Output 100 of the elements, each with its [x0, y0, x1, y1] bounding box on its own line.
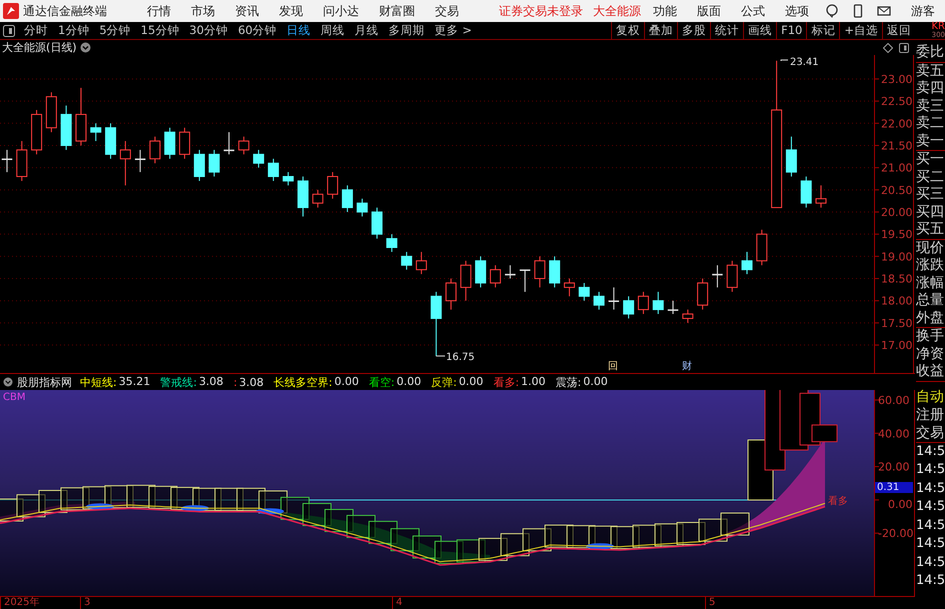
toolbar-button[interactable]: 叠加	[644, 22, 678, 39]
quote-field-label: 买四	[916, 204, 945, 221]
candle	[712, 264, 723, 288]
candle	[816, 184, 826, 208]
candle	[668, 300, 678, 315]
candle	[179, 127, 190, 160]
event-marker[interactable]: 财	[682, 361, 692, 372]
indicator-value: 35.21	[118, 374, 150, 390]
indicator-label: 看空:	[368, 374, 395, 390]
login-status[interactable]: 证券交易未登录	[499, 2, 583, 20]
period-tab[interactable]: 多周期	[384, 23, 430, 38]
menu-item[interactable]: 财富圈	[369, 2, 425, 20]
chat-icon[interactable]	[825, 4, 839, 18]
toolbar-button[interactable]: F10	[776, 22, 806, 39]
toolbar-button[interactable]: 返回	[882, 22, 915, 39]
series-label: CBM	[3, 392, 26, 403]
app-title: 通达信金融终端	[23, 2, 107, 20]
candle	[90, 122, 102, 142]
candle	[105, 122, 116, 160]
quote-field-label: 总量	[916, 292, 945, 310]
period-tab[interactable]: 日线	[282, 23, 316, 38]
menu-item[interactable]: 功能	[643, 2, 687, 20]
trade-time: 14:5	[916, 442, 945, 460]
axis-label: 60.00	[878, 394, 910, 407]
candle	[164, 127, 176, 160]
toolbar-button[interactable]: 画线	[743, 22, 776, 39]
axis-label: 0.00	[888, 498, 912, 511]
phone-icon[interactable]	[851, 4, 865, 18]
toolbar-button[interactable]: +自选	[839, 22, 882, 39]
period-tab[interactable]: 1分钟	[53, 23, 94, 38]
candle	[430, 291, 442, 357]
candle	[534, 256, 546, 288]
candle	[549, 256, 560, 288]
quote-tab[interactable]: 注册	[916, 406, 945, 424]
indicator-label: 警戒线:	[160, 374, 197, 390]
candle	[208, 149, 220, 178]
candle	[578, 282, 590, 302]
candle	[120, 140, 131, 186]
menu-item[interactable]: 公式	[731, 2, 775, 20]
period-tab[interactable]: 15分钟	[136, 23, 184, 38]
candle	[475, 256, 486, 288]
quote-field-label: 买一	[916, 151, 945, 168]
axis-label: 18.50	[881, 272, 912, 286]
period-tab[interactable]: 30分钟	[184, 23, 233, 38]
candle	[342, 184, 353, 212]
toolbar-button[interactable]: 多股	[677, 22, 710, 39]
candle	[623, 296, 634, 319]
menu-item[interactable]: 资讯	[225, 2, 269, 20]
panel-toggle-icon[interactable]	[3, 24, 15, 36]
toolbar-button[interactable]: 复权	[611, 22, 644, 39]
toolbar-button[interactable]: 统计	[710, 22, 744, 39]
axis-label: 19.50	[881, 228, 912, 242]
quote-tab[interactable]: 交易	[916, 424, 945, 442]
mail-icon[interactable]	[877, 4, 891, 18]
menu-item[interactable]: 问小达	[313, 2, 369, 20]
quote-field-label: 委比	[916, 44, 945, 62]
candle	[608, 286, 620, 310]
chevron-down-icon[interactable]	[3, 377, 13, 387]
quote-field-label: 现价	[916, 240, 945, 257]
axis-label: 20.00	[881, 206, 912, 219]
quote-field-label: 外盘	[916, 310, 945, 327]
menu-item[interactable]: 市场	[181, 2, 225, 20]
trade-time: 14:5	[916, 535, 945, 553]
indicator-name: 股朋指标网	[17, 374, 72, 390]
date-label: 5	[705, 597, 716, 609]
period-tab[interactable]: 周线	[316, 23, 350, 38]
axis-label: 20.50	[881, 184, 912, 197]
chart-title: 大全能源(日线)	[2, 40, 77, 55]
quote-tab[interactable]: 自动	[916, 388, 945, 406]
menu-item[interactable]: 发现	[269, 2, 313, 20]
menu-item[interactable]: 版面	[687, 2, 731, 20]
period-tab[interactable]: 月线	[350, 23, 384, 38]
event-marker[interactable]: 回	[608, 361, 618, 372]
period-tab[interactable]: 5分钟	[94, 23, 136, 38]
user-label[interactable]: 游客	[911, 2, 935, 20]
quote-field-label: 净资	[916, 346, 945, 363]
candle	[446, 278, 456, 310]
indicator-label: 反弹:	[431, 374, 457, 390]
quote-field-label: 卖二	[916, 115, 945, 132]
period-tab[interactable]: 分时	[19, 23, 53, 38]
period-tab[interactable]: 更多 >	[430, 23, 477, 38]
menu-item[interactable]: 行情	[137, 2, 181, 20]
candle	[416, 251, 427, 275]
candle	[282, 172, 294, 186]
diamond-icon[interactable]	[883, 42, 893, 52]
panel-toggle-icon[interactable]	[899, 42, 909, 52]
chevron-down-icon[interactable]	[80, 42, 91, 53]
candle	[224, 132, 234, 155]
menu-item[interactable]: 交易	[425, 2, 469, 20]
period-tab[interactable]: 60分钟	[232, 23, 282, 38]
toolbar-button[interactable]: 标记	[806, 22, 840, 39]
stock-name: 大全能源	[593, 2, 641, 20]
candle	[134, 149, 146, 173]
menu-item[interactable]: 选项	[775, 2, 819, 20]
candle	[504, 264, 516, 280]
quote-field-label: 卖三	[916, 98, 945, 115]
candle	[253, 149, 264, 168]
trade-time: 14:5	[916, 480, 945, 498]
quote-field-label: 卖四	[916, 80, 945, 98]
indicator-value: 0.00	[396, 374, 422, 390]
